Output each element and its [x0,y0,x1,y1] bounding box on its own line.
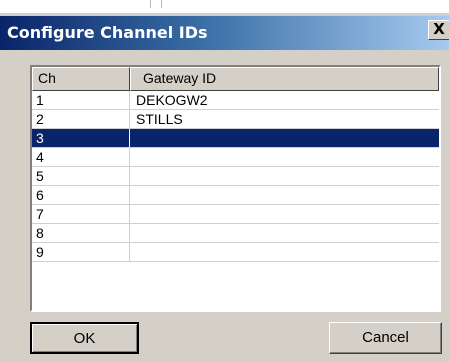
background-edge [150,0,162,8]
window-title: Configure Channel IDs [7,23,208,42]
configure-channel-ids-dialog: Configure Channel IDs X Ch Gateway ID 1D… [0,13,449,362]
gateway-id-cell[interactable] [130,186,439,204]
table-row[interactable]: 7 [32,205,439,224]
list-body: 1 DEKOGW2 2 STILLS 3 4 5 6 7 8 9 [32,91,439,262]
gateway-id-cell[interactable] [130,224,439,242]
channel-list[interactable]: Ch Gateway ID 1 DEKOGW2 2 STILLS 3 4 5 6 7 8 9 [30,65,441,312]
channel-number-cell: 5 [32,167,130,185]
ok-button[interactable]: OK [30,322,139,354]
table-row[interactable]: 3 [32,129,439,148]
channel-number-cell: 3 [32,129,130,147]
gateway-id-cell[interactable] [130,167,439,185]
gateway-id-cell[interactable] [130,148,439,166]
table-row[interactable]: 6 [32,186,439,205]
table-row[interactable]: 5 [32,167,439,186]
gateway-id-cell[interactable] [130,243,439,261]
table-row[interactable]: 8 [32,224,439,243]
table-row[interactable]: 4 [32,148,439,167]
channel-number-cell: 9 [32,243,130,261]
channel-number-cell: 6 [32,186,130,204]
channel-number-cell: 2 [32,110,130,128]
channel-number-cell: 4 [32,148,130,166]
gateway-id-cell[interactable] [130,129,439,147]
list-header: Ch Gateway ID [32,67,439,91]
gateway-id-cell[interactable]: DEKOGW2 [130,91,439,109]
column-header-gateway-id[interactable]: Gateway ID [130,67,439,91]
column-header-ch[interactable]: Ch [32,67,130,91]
gateway-id-cell[interactable] [130,205,439,223]
channel-number-cell: 7 [32,205,130,223]
close-icon[interactable]: X [428,20,449,40]
channel-number-cell: 1 [32,91,130,109]
channel-number-cell: 8 [32,224,130,242]
gateway-id-cell[interactable]: STILLS [130,110,439,128]
cancel-button[interactable]: Cancel [329,322,442,354]
table-row[interactable]: 2 STILLS [32,110,439,129]
title-bar[interactable]: Configure Channel IDs [0,16,449,50]
table-row[interactable]: 1 DEKOGW2 [32,91,439,110]
background-strip [0,0,449,13]
table-row[interactable]: 9 [32,243,439,262]
